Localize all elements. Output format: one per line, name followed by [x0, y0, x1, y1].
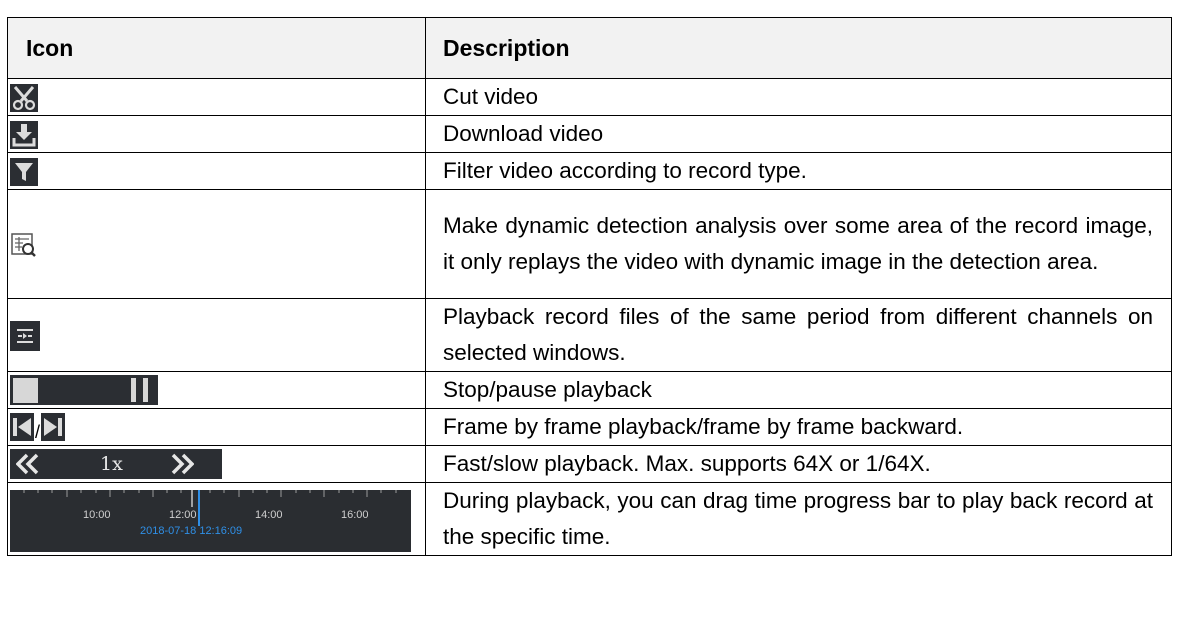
description-cell: During playback, you can drag time progr… — [425, 482, 1172, 556]
timeline-tick-label: 16:00 — [341, 508, 369, 521]
table-row: Download video — [7, 115, 1172, 153]
description-cell: Download video — [425, 115, 1172, 153]
table-row: Playback record files of the same period… — [7, 298, 1172, 372]
description-cell: Cut video — [425, 78, 1172, 116]
sync-playback-icon — [10, 321, 40, 352]
table-row: Filter video according to record type. — [7, 152, 1172, 190]
fast-icon — [171, 453, 194, 475]
frame-step-icon: / — [10, 413, 425, 441]
header-icon: Icon — [7, 17, 426, 79]
icon-description-table: Icon Description Cut video Download vide… — [7, 17, 1172, 556]
description-cell: Frame by frame playback/frame by frame b… — [425, 408, 1172, 446]
frame-separator: / — [35, 422, 41, 442]
timeline-tick-label: 12:00 — [169, 508, 197, 521]
timeline-bar-icon: 10:00 12:00 14:00 16:00 2018-07-18 12:16… — [10, 489, 411, 552]
filter-icon — [10, 158, 38, 187]
header-description: Description — [425, 17, 1172, 79]
stop-pause-icon — [10, 375, 158, 405]
table-row: / Frame by frame playback/frame by frame… — [7, 408, 1172, 446]
stop-icon — [13, 377, 38, 403]
smart-search-icon — [10, 231, 38, 259]
timeline-current-time: 2018-07-18 12:16:09 — [140, 524, 243, 537]
download-icon — [10, 121, 38, 150]
table-row: 1x Fast/slow playback. Max. supports 64X… — [7, 445, 1172, 483]
speed-control-icon: 1x — [10, 449, 222, 479]
description-cell: Filter video according to record type. — [425, 152, 1172, 190]
slow-icon — [16, 453, 39, 475]
cut-icon — [10, 84, 38, 113]
description-cell: Stop/pause playback — [425, 371, 1172, 409]
description-cell: Playback record files of the same period… — [425, 298, 1172, 372]
timeline-tick-label: 14:00 — [255, 508, 283, 521]
table-row: Stop/pause playback — [7, 371, 1172, 409]
table-row: 10:00 12:00 14:00 16:00 2018-07-18 12:16… — [7, 482, 1172, 556]
description-cell: Fast/slow playback. Max. supports 64X or… — [425, 445, 1172, 483]
timeline-tick-label: 10:00 — [83, 508, 111, 521]
speed-value: 1x — [100, 453, 123, 475]
description-cell: Make dynamic detection analysis over som… — [425, 189, 1172, 299]
table-row: Make dynamic detection analysis over som… — [7, 189, 1172, 299]
header-row: Icon Description — [7, 17, 1172, 79]
frame-forward-icon — [41, 413, 66, 441]
frame-backward-icon — [10, 413, 34, 441]
table-row: Cut video — [7, 78, 1172, 116]
pause-icon — [131, 378, 148, 402]
